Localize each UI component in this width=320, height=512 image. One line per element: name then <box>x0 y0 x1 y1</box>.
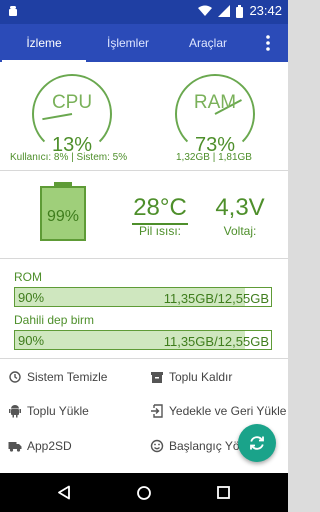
tab-araclar[interactable]: Araçlar <box>166 24 250 62</box>
battery-level: 99% <box>46 208 80 225</box>
divider <box>0 258 288 259</box>
rom-bar: 90% 11,35GB/12,55GB <box>14 287 272 307</box>
rom-title: ROM <box>14 270 42 284</box>
battery-temperature: 28°C <box>132 194 188 225</box>
truck-icon <box>8 442 22 452</box>
status-bar: 23:42 <box>0 0 288 24</box>
battery-status-icon <box>236 4 244 18</box>
clock: 23:42 <box>249 3 282 18</box>
divider <box>0 170 288 171</box>
tab-islemler[interactable]: İşlemler <box>86 24 170 62</box>
voltage-label: Voltaj: <box>223 224 257 238</box>
app2sd-button[interactable]: App2SD <box>8 439 72 453</box>
ram-detail: 1,32GB | 1,81GB <box>176 152 252 163</box>
rom-percent: 90% <box>18 290 45 305</box>
bulk-install-label: Toplu Yükle <box>27 404 89 418</box>
monitor-panel: CPU 13% Kullanıcı: 8% | Sistem: 5% RAM 7… <box>0 62 288 473</box>
internal-storage-percent: 90% <box>18 333 45 348</box>
divider <box>0 358 288 359</box>
android-icon <box>9 405 21 418</box>
tab-izleme[interactable]: İzleme <box>2 24 86 62</box>
system-clean-button[interactable]: Sistem Temizle <box>8 370 107 384</box>
app-bar: İzleme İşlemler Araçlar <box>0 24 288 62</box>
system-clean-label: Sistem Temizle <box>27 370 108 384</box>
battery-graphic: 99% <box>40 186 86 241</box>
cpu-label: CPU <box>51 92 93 113</box>
android-notification-icon <box>9 6 17 16</box>
bulk-uninstall-label: Toplu Kaldır <box>169 370 233 384</box>
home-icon[interactable] <box>136 485 152 501</box>
backup-restore-button[interactable]: Yedekle ve Geri Yükle <box>150 404 286 418</box>
bulk-install-button[interactable]: Toplu Yükle <box>8 404 89 418</box>
cpu-detail: Kullanıcı: 8% | Sistem: 5% <box>10 152 128 163</box>
internal-storage-title: Dahili dep birm <box>14 313 95 327</box>
startup-manager-button[interactable]: Başlangıç Yön <box>150 439 246 453</box>
bulk-uninstall-button[interactable]: Toplu Kaldır <box>150 370 232 384</box>
internal-storage-usage: 11,35GB/12,55GB <box>163 334 269 349</box>
navigation-bar <box>0 473 288 512</box>
backup-restore-label: Yedekle ve Geri Yükle <box>169 404 287 418</box>
signal-icon <box>218 5 231 17</box>
status-icons: 23:42 <box>198 3 282 19</box>
app2sd-label: App2SD <box>27 439 72 453</box>
back-icon[interactable] <box>57 485 71 500</box>
startup-manager-label: Başlangıç Yön <box>169 439 247 453</box>
internal-storage-bar: 90% 11,35GB/12,55GB <box>14 330 272 350</box>
smiley-icon <box>150 439 164 453</box>
recents-icon[interactable] <box>217 486 230 499</box>
ram-label: RAM <box>193 92 237 113</box>
exit-to-app-icon <box>151 404 163 418</box>
battery-voltage: 4,3V <box>215 194 265 221</box>
refresh-button[interactable] <box>238 424 276 462</box>
wifi-icon <box>198 5 213 16</box>
archive-icon <box>151 372 163 383</box>
overflow-menu-icon[interactable] <box>262 34 274 52</box>
temperature-label: Pil ısısı: <box>138 224 181 238</box>
history-icon <box>9 371 21 383</box>
rom-usage: 11,35GB/12,55GB <box>163 291 269 306</box>
refresh-icon <box>250 436 264 450</box>
